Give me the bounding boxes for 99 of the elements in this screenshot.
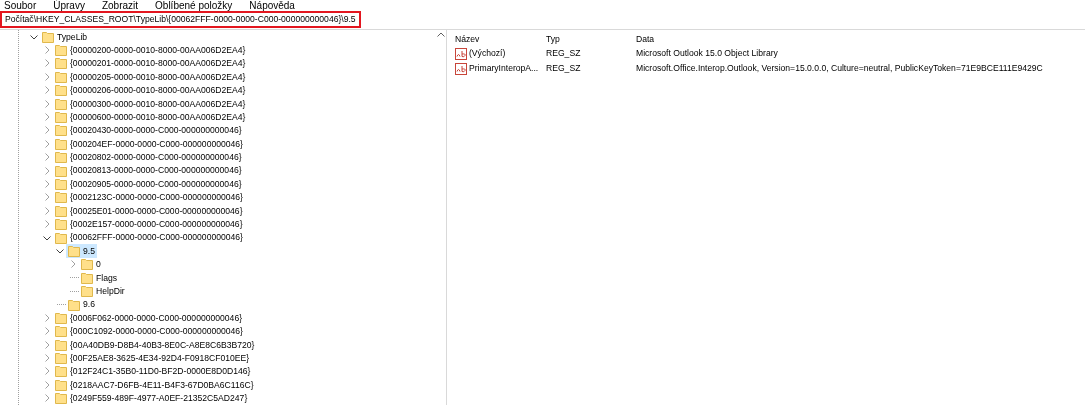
tree-item[interactable]: {0002123C-0000-0000-C000-000000000046} — [53, 190, 245, 205]
folder-icon — [81, 285, 93, 298]
tree-item[interactable]: {00F25AE8-3625-4E34-92D4-F0918CF010EE} — [53, 351, 252, 365]
chevron-right-icon[interactable] — [43, 86, 51, 95]
chevron-right-icon[interactable] — [43, 139, 51, 148]
tree-item[interactable]: TypeLib — [40, 29, 90, 44]
chevron-right-icon[interactable] — [43, 367, 51, 376]
chevron-right-icon[interactable] — [43, 206, 51, 215]
folder-icon — [55, 325, 67, 338]
chevron-right-icon[interactable] — [43, 99, 51, 108]
folder-icon — [55, 338, 67, 351]
value-name: (Výchozí) — [469, 48, 506, 59]
menu-item[interactable]: Soubor — [4, 0, 37, 10]
tree-item[interactable]: {00000206-0000-0010-8000-00AA006D2EA4} — [53, 83, 248, 97]
tree-item[interactable]: {0006F062-0000-0000-C000-000000000046} — [53, 311, 245, 325]
folder-icon — [55, 57, 67, 70]
tree-item[interactable]: {00000300-0000-0010-8000-00AA006D2EA4} — [53, 96, 248, 111]
folder-icon — [55, 97, 67, 110]
tree-item[interactable]: {000204EF-0000-0000-C000-000000000046} — [53, 137, 245, 151]
folder-icon — [55, 204, 67, 217]
folder-icon — [68, 298, 80, 311]
chevron-down-icon[interactable] — [30, 32, 38, 41]
tree-item[interactable]: {0002E157-0000-0000-C000-000000000046} — [53, 217, 245, 231]
chevron-right-icon[interactable] — [43, 354, 51, 363]
chevron-right-icon[interactable] — [43, 394, 51, 403]
folder-icon — [55, 231, 67, 244]
tree-item[interactable]: {00062FFF-0000-0000-C000-000000000046} — [53, 230, 245, 245]
folder-icon — [55, 218, 67, 231]
chevron-right-icon[interactable] — [43, 166, 51, 175]
column-header[interactable]: Typ — [546, 34, 636, 45]
folder-icon — [68, 244, 80, 257]
folder-icon — [55, 178, 67, 190]
tree-item[interactable]: {000C1092-0000-0000-C000-000000000046} — [53, 324, 245, 339]
chevron-right-icon[interactable] — [43, 46, 51, 55]
folder-icon — [55, 311, 67, 324]
tree-item[interactable]: {00000200-0000-0010-8000-00AA006D2EA4} — [53, 43, 248, 57]
chevron-right-icon[interactable] — [43, 193, 51, 202]
folder-icon — [55, 70, 67, 83]
chevron-right-icon[interactable] — [43, 59, 51, 68]
tree-item[interactable]: {00020813-0000-0000-C000-000000000046} — [53, 163, 244, 178]
folder-icon — [42, 30, 54, 43]
column-header[interactable]: Data — [636, 34, 655, 45]
tree-item[interactable]: {00025E01-0000-0000-C000-000000000046} — [53, 204, 245, 218]
scroll-up-icon[interactable] — [437, 32, 445, 37]
folder-icon — [55, 151, 67, 164]
tree-item[interactable]: {00000205-0000-0010-8000-00AA006D2EA4} — [53, 70, 248, 84]
folder-icon — [55, 352, 67, 365]
chevron-right-icon[interactable] — [43, 126, 51, 135]
string-value-icon — [455, 62, 467, 75]
chevron-down-icon[interactable] — [43, 233, 51, 242]
tree-item[interactable]: Flags — [79, 271, 119, 285]
tree-item[interactable]: {00020905-0000-0000-C000-000000000046} — [53, 177, 244, 191]
tree-item[interactable]: {00000201-0000-0010-8000-00AA006D2EA4} — [53, 56, 248, 71]
menu-item[interactable]: Úpravy — [53, 0, 85, 10]
chevron-right-icon[interactable] — [43, 220, 51, 229]
tree-item[interactable]: {00000600-0000-0010-8000-00AA006D2EA4} — [53, 110, 248, 124]
chevron-right-icon[interactable] — [43, 313, 51, 322]
tree-item[interactable]: {012F24C1-35B0-11D0-BF2D-0000E8D0D146} — [53, 364, 253, 379]
chevron-down-icon[interactable] — [56, 246, 64, 255]
folder-icon — [55, 392, 67, 405]
folder-icon — [55, 111, 67, 124]
chevron-right-icon[interactable] — [43, 153, 51, 162]
menu-item[interactable]: Nápověda — [249, 0, 295, 10]
value-type: REG_SZ — [546, 63, 582, 74]
tree-item[interactable]: HelpDir — [79, 284, 127, 298]
folder-icon — [55, 44, 67, 57]
value-data: Microsoft Outlook 15.0 Object Library — [636, 48, 778, 59]
tree-item[interactable]: 0 — [79, 257, 103, 272]
chevron-right-icon[interactable] — [69, 260, 77, 269]
menu-item[interactable]: Oblíbené položky — [155, 0, 233, 10]
address-field[interactable]: Počítač\HKEY_CLASSES_ROOT\TypeLib\{00062FFF-0000-0000-C000-000000000046}\9.5 — [0, 11, 361, 28]
tree-item[interactable]: 9.5 — [66, 244, 97, 258]
chevron-right-icon[interactable] — [43, 340, 51, 349]
folder-icon — [55, 378, 67, 391]
chevron-right-icon[interactable] — [43, 327, 51, 336]
chevron-right-icon[interactable] — [43, 380, 51, 389]
folder-icon — [81, 258, 93, 271]
value-data: Microsoft.Office.Interop.Outlook, Version=15.0.0.0, Culture=neutral, PublicKeyToken=71E9BCE111E9429C — [636, 63, 1043, 74]
folder-icon — [55, 137, 67, 150]
value-name: PrimaryInteropA... — [469, 63, 539, 74]
folder-icon — [55, 124, 67, 137]
tree-item[interactable]: {00020430-0000-0000-C000-000000000046} — [53, 123, 244, 138]
tree-item[interactable]: {00020802-0000-0000-C000-000000000046} — [53, 150, 244, 164]
menu-item[interactable]: Zobrazit — [101, 0, 139, 10]
string-value-icon — [455, 47, 467, 60]
folder-icon — [55, 191, 67, 204]
chevron-right-icon[interactable] — [43, 113, 51, 122]
chevron-right-icon[interactable] — [43, 72, 51, 81]
chevron-right-icon[interactable] — [43, 180, 51, 188]
tree-item[interactable]: {00A40DB9-D8B4-40B3-8E0C-A8E8C6B3B720} — [53, 337, 257, 352]
folder-icon — [55, 365, 67, 378]
folder-icon — [55, 84, 67, 97]
value-type: REG_SZ — [546, 48, 582, 59]
tree-item[interactable]: 9.6 — [66, 297, 97, 312]
tree-item[interactable]: {0249F559-489F-4977-A0EF-21352C5AD247} — [53, 391, 250, 405]
column-header[interactable]: Název — [455, 34, 546, 45]
folder-icon — [81, 271, 93, 284]
tree-item[interactable]: {0218AAC7-D6FB-4E11-B4F3-67D0BA6C116C} — [53, 378, 256, 392]
folder-icon — [55, 164, 67, 177]
